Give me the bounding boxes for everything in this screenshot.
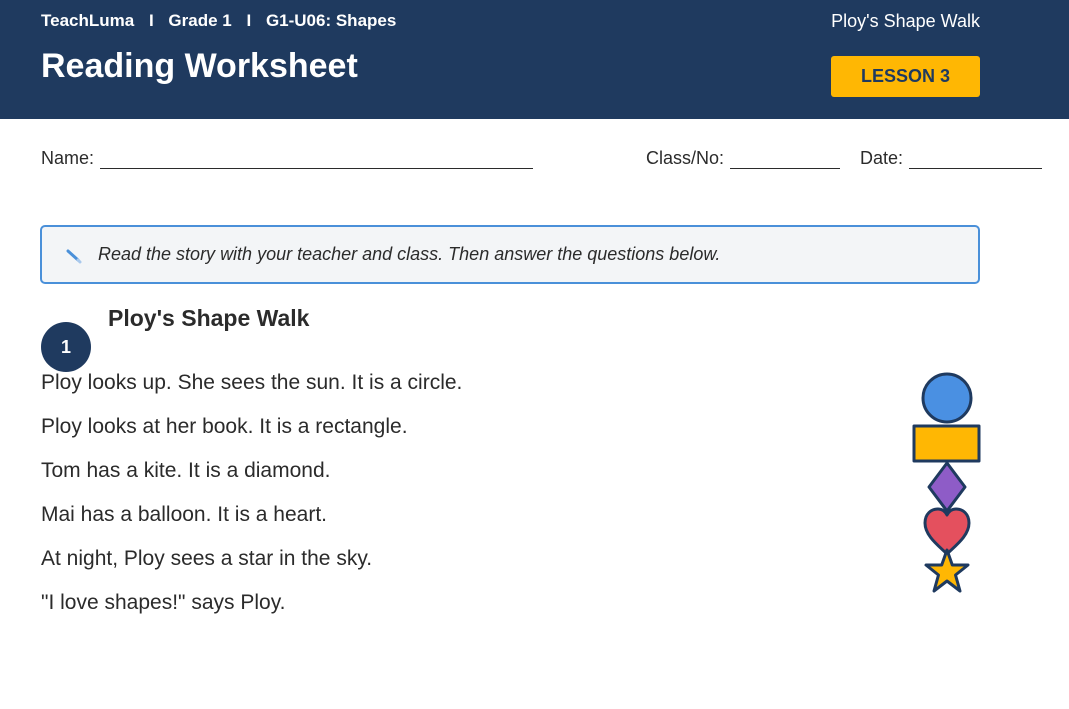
class-field: Class/No: [646, 148, 841, 169]
breadcrumb-separator: I [246, 11, 252, 30]
story-line: At night, Ploy sees a star in the sky. [41, 547, 373, 570]
date-write-line[interactable] [909, 148, 1043, 169]
name-label: Name: [41, 148, 95, 168]
story-text: Ploy looks up. She sees the sun. It is a… [41, 369, 462, 633]
name-write-line[interactable] [100, 148, 534, 169]
breadcrumb-unit: G1-U06: Shapes [265, 11, 397, 30]
lesson-badge: LESSON 3 [831, 56, 980, 97]
page-title: Reading Worksheet [41, 47, 358, 85]
star-shape [924, 548, 970, 593]
circle-shape [921, 372, 973, 424]
breadcrumb-separator: I [148, 11, 154, 30]
date-label: Date: [860, 148, 904, 168]
date-field: Date: [860, 148, 1043, 169]
story-title: Ploy's Shape Walk [108, 305, 310, 331]
pencil-icon [66, 249, 82, 263]
story-line: Ploy looks up. She sees the sun. It is a… [41, 371, 463, 394]
story-line: Ploy looks at her book. It is a rectangl… [41, 415, 408, 438]
story-line: "I love shapes!" says Ploy. [41, 591, 286, 614]
class-write-line[interactable] [730, 148, 841, 169]
diamond-shape [927, 461, 967, 513]
breadcrumb-grade: Grade 1 [168, 11, 232, 30]
question-number-badge: 1 [41, 322, 91, 372]
shapes-stack-illustration [912, 372, 981, 593]
header-story-name: Ploy's Shape Walk [831, 11, 980, 31]
instruction-text: Read the story with your teacher and cla… [98, 244, 721, 264]
breadcrumb: TeachLuma I Grade 1 I G1-U06: Shapes [41, 11, 396, 31]
page-header: TeachLuma I Grade 1 I G1-U06: Shapes Plo… [0, 0, 1069, 119]
class-label: Class/No: [646, 148, 725, 168]
rectangle-shape [912, 424, 981, 463]
instruction-box: Read the story with your teacher and cla… [40, 225, 980, 284]
story-line: Tom has a kite. It is a diamond. [41, 459, 331, 482]
name-field: Name: [41, 148, 534, 169]
story-line: Mai has a balloon. It is a heart. [41, 503, 327, 526]
heart-shape [923, 507, 971, 556]
breadcrumb-brand: TeachLuma [41, 11, 135, 30]
